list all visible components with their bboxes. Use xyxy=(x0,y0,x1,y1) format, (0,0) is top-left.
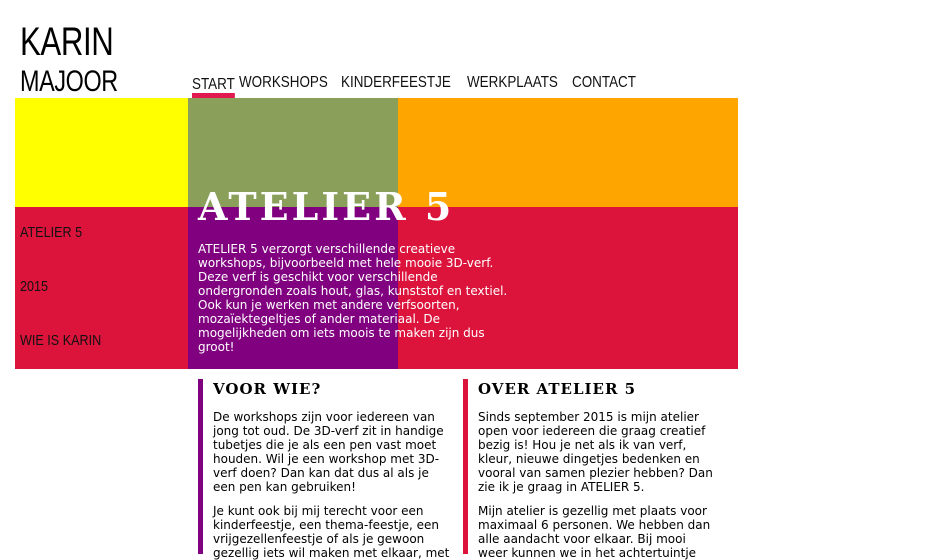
side-item-atelier-5[interactable]: ATELIER 5 xyxy=(20,222,101,276)
voor-wie-section: VOOR WIE? De workshops zijn voor iederee… xyxy=(198,379,453,560)
over-atelier-section: OVER ATELIER 5 Sinds september 2015 is m… xyxy=(463,379,718,560)
site-logo[interactable]: KARIN MAJOOR xyxy=(20,22,145,97)
voor-wie-paragraph-1: De workshops zijn voor iedereen van jong… xyxy=(213,410,444,494)
side-menu: ATELIER 5 2015 WIE IS KARIN xyxy=(20,222,117,384)
over-atelier-heading: OVER ATELIER 5 xyxy=(478,380,637,398)
nav-item-workshops[interactable]: WORKSHOPS xyxy=(239,75,328,94)
side-item-wie-is-karin[interactable]: WIE IS KARIN xyxy=(20,330,101,384)
over-atelier-paragraph-2: Mijn atelier is gezellig met plaats voor… xyxy=(478,504,711,560)
nav-item-contact[interactable]: CONTACT xyxy=(572,75,636,94)
main-navigation: START WORKSHOPS KINDERFEESTJE WERKPLAATS… xyxy=(192,66,636,98)
logo-line-1: KARIN xyxy=(20,20,114,64)
nav-item-werkplaats[interactable]: WERKPLAATS xyxy=(467,75,558,94)
nav-item-kinderfeestje[interactable]: KINDERFEESTJE xyxy=(341,75,451,94)
nav-item-start[interactable]: START xyxy=(192,77,235,98)
logo-line-2: MAJOOR xyxy=(20,65,118,98)
yellow-color-block xyxy=(15,98,188,207)
over-atelier-paragraph-1: Sinds september 2015 is mijn atelier ope… xyxy=(478,410,713,494)
hero-text: ATELIER 5 verzorgt verschillende creatie… xyxy=(198,242,508,354)
side-item-2015[interactable]: 2015 xyxy=(20,276,101,330)
voor-wie-paragraph-2: Je kunt ook bij mij terecht voor een kin… xyxy=(213,504,450,560)
voor-wie-heading: VOOR WIE? xyxy=(213,380,322,398)
hero-title: ATELIER 5 xyxy=(198,184,455,229)
